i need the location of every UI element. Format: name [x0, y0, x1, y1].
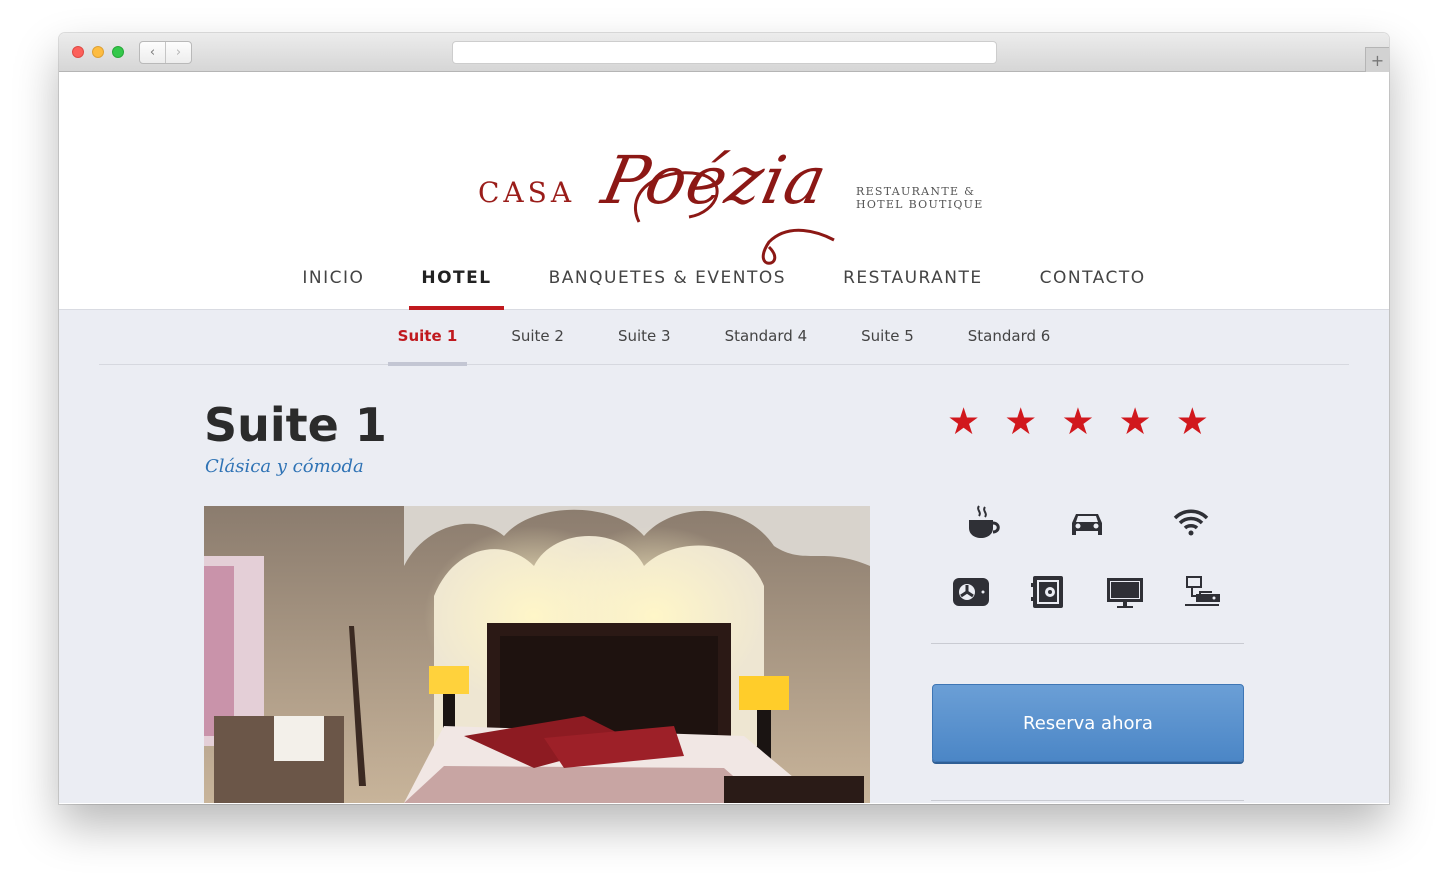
amenities-row-2: [951, 572, 1259, 612]
star-icon: ★: [1118, 400, 1152, 443]
nav-item-hotel[interactable]: HOTEL: [409, 268, 504, 310]
forward-button[interactable]: ›: [165, 42, 191, 63]
star-icon: ★: [1175, 400, 1209, 443]
air-conditioning-icon: [951, 572, 991, 612]
tagline-line-2: HOTEL BOUTIQUE: [856, 198, 984, 211]
main-content: Suite 1 Suite 2 Suite 3 Standard 4 Suite…: [59, 310, 1389, 803]
star-icon: ★: [1061, 400, 1095, 443]
page: ‹ › + CASA Poézia RESTAURANTE & HOTEL BO…: [0, 0, 1448, 888]
star-icon: ★: [1004, 400, 1038, 443]
tv-icon: [1105, 572, 1145, 612]
minimize-window-button[interactable]: [92, 46, 104, 58]
close-window-button[interactable]: [72, 46, 84, 58]
room-title: Suite 1: [204, 398, 387, 452]
sidebar-divider-bottom: [931, 800, 1244, 801]
book-now-button[interactable]: Reserva ahora: [932, 684, 1244, 762]
nav-item-banquetes-eventos[interactable]: BANQUETES & EVENTOS: [549, 268, 786, 310]
browser-window: ‹ › + CASA Poézia RESTAURANTE & HOTEL BO…: [59, 33, 1389, 804]
room-photo[interactable]: [204, 506, 870, 803]
tab-standard-4[interactable]: Standard 4: [725, 310, 808, 365]
room-photo-image: [204, 506, 870, 803]
zoom-window-button[interactable]: [112, 46, 124, 58]
safe-icon: [1028, 572, 1068, 612]
coffee-icon: [963, 502, 1003, 542]
tagline-line-1: RESTAURANTE &: [856, 185, 976, 198]
logo-casa-text: CASA: [478, 176, 576, 209]
history-buttons: ‹ ›: [139, 41, 192, 64]
nav-item-restaurante[interactable]: RESTAURANTE: [843, 268, 983, 310]
nav-item-inicio[interactable]: INICIO: [302, 268, 364, 310]
star-icon: ★: [947, 400, 981, 443]
tab-suite-3[interactable]: Suite 3: [618, 310, 671, 365]
nav-item-contacto[interactable]: CONTACTO: [1040, 268, 1146, 310]
browser-toolbar: ‹ › +: [59, 33, 1389, 72]
wifi-icon: [1171, 502, 1211, 542]
site-header: CASA Poézia RESTAURANTE & HOTEL BOUTIQUE…: [59, 72, 1389, 310]
tab-suite-5[interactable]: Suite 5: [861, 310, 914, 365]
room-subtitle: Clásica y cómoda: [205, 456, 364, 477]
back-button[interactable]: ‹: [140, 42, 165, 63]
new-tab-button[interactable]: +: [1365, 47, 1389, 72]
tab-suite-2[interactable]: Suite 2: [511, 310, 564, 365]
tab-standard-6[interactable]: Standard 6: [968, 310, 1051, 365]
address-bar[interactable]: [452, 41, 997, 64]
rating-stars: ★ ★ ★ ★ ★: [947, 402, 1233, 442]
car-icon: [1067, 502, 1107, 542]
room-tabs: Suite 1 Suite 2 Suite 3 Standard 4 Suite…: [99, 310, 1349, 366]
main-nav: INICIO HOTEL BANQUETES & EVENTOS RESTAUR…: [59, 268, 1389, 310]
amenities-row-1: [963, 502, 1275, 542]
logo-tagline: RESTAURANTE & HOTEL BOUTIQUE: [856, 185, 984, 211]
tab-suite-1[interactable]: Suite 1: [387, 310, 467, 366]
sidebar-divider: [931, 643, 1244, 644]
network-icon: [1182, 572, 1222, 612]
logo-script-text: Poézia: [595, 142, 834, 219]
